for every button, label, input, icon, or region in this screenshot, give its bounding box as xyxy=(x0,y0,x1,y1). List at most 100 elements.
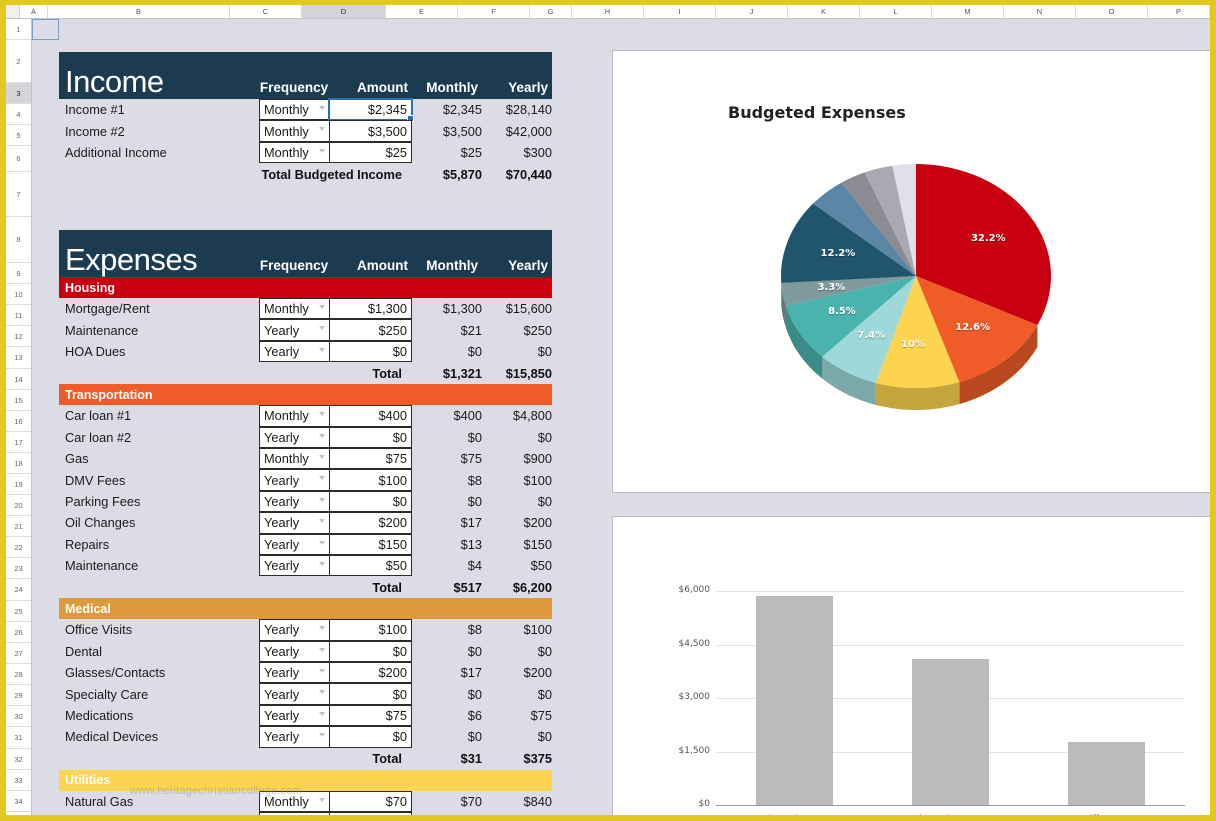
column-header-k[interactable]: K xyxy=(788,5,860,18)
frequency-dropdown[interactable]: Monthly xyxy=(259,448,329,469)
expense-2-amount-1[interactable]: $0 xyxy=(329,641,412,662)
row-header-34[interactable]: 34 xyxy=(6,791,31,812)
expense-1-amount-0[interactable]: $400 xyxy=(329,405,412,426)
row-header-22[interactable]: 22 xyxy=(6,537,31,558)
frequency-dropdown[interactable]: Monthly xyxy=(259,120,329,141)
income-frequency-0[interactable]: Monthly xyxy=(259,99,329,120)
frequency-dropdown[interactable]: Yearly xyxy=(259,319,329,340)
expense-0-frequency-0[interactable]: Monthly xyxy=(259,298,329,319)
expense-3-frequency-1[interactable]: Monthly xyxy=(259,812,329,815)
row-header-17[interactable]: 17 xyxy=(6,432,31,453)
expense-1-frequency-3[interactable]: Yearly xyxy=(259,469,329,490)
amount-input[interactable]: $25 xyxy=(329,142,412,163)
row-header-7[interactable]: 7 xyxy=(6,172,31,217)
amount-input[interactable]: $250 xyxy=(329,319,412,340)
expense-2-frequency-5[interactable]: Yearly xyxy=(259,726,329,747)
amount-input[interactable]: $0 xyxy=(329,427,412,448)
frequency-dropdown[interactable]: Monthly xyxy=(259,142,329,163)
chevron-down-icon[interactable] xyxy=(319,476,325,480)
frequency-dropdown[interactable]: Yearly xyxy=(259,512,329,533)
chevron-down-icon[interactable] xyxy=(319,326,325,330)
expense-1-frequency-5[interactable]: Yearly xyxy=(259,512,329,533)
frequency-dropdown[interactable]: Yearly xyxy=(259,534,329,555)
row-header-4[interactable]: 4 xyxy=(6,104,31,125)
frequency-dropdown[interactable]: Yearly xyxy=(259,341,329,362)
chevron-down-icon[interactable] xyxy=(319,519,325,523)
column-header-i[interactable]: I xyxy=(644,5,716,18)
chevron-down-icon[interactable] xyxy=(319,648,325,652)
amount-input[interactable]: $400 xyxy=(329,405,412,426)
row-header-1[interactable]: 1 xyxy=(6,19,31,40)
bar-0[interactable] xyxy=(756,596,833,805)
frequency-dropdown[interactable]: Yearly xyxy=(259,641,329,662)
row-header-13[interactable]: 13 xyxy=(6,347,31,369)
expense-1-frequency-7[interactable]: Yearly xyxy=(259,555,329,576)
expense-3-frequency-0[interactable]: Monthly xyxy=(259,791,329,812)
column-header-b[interactable]: B xyxy=(48,5,230,18)
expense-2-frequency-0[interactable]: Yearly xyxy=(259,619,329,640)
amount-input[interactable]: $75 xyxy=(329,705,412,726)
row-header-10[interactable]: 10 xyxy=(6,284,31,305)
column-header-p[interactable]: P xyxy=(1148,5,1210,18)
expense-1-frequency-6[interactable]: Yearly xyxy=(259,534,329,555)
expense-2-frequency-3[interactable]: Yearly xyxy=(259,683,329,704)
expense-2-amount-3[interactable]: $0 xyxy=(329,683,412,704)
expense-0-amount-2[interactable]: $0 xyxy=(329,341,412,362)
frequency-dropdown[interactable]: Yearly xyxy=(259,427,329,448)
column-header-e[interactable]: E xyxy=(386,5,458,18)
column-header-o[interactable]: O xyxy=(1076,5,1148,18)
frequency-dropdown[interactable]: Yearly xyxy=(259,619,329,640)
row-header-20[interactable]: 20 xyxy=(6,495,31,516)
expense-0-frequency-1[interactable]: Yearly xyxy=(259,319,329,340)
row-header-27[interactable]: 27 xyxy=(6,643,31,664)
income-frequency-1[interactable]: Monthly xyxy=(259,120,329,141)
row-header-32[interactable]: 32 xyxy=(6,749,31,770)
row-header-6[interactable]: 6 xyxy=(6,146,31,172)
frequency-dropdown[interactable]: Yearly xyxy=(259,491,329,512)
chevron-down-icon[interactable] xyxy=(319,412,325,416)
frequency-dropdown[interactable]: Monthly xyxy=(259,99,329,120)
row-header-14[interactable]: 14 xyxy=(6,369,31,390)
expense-1-amount-5[interactable]: $200 xyxy=(329,512,412,533)
chevron-down-icon[interactable] xyxy=(319,348,325,352)
income-amount-0[interactable]: $2,345 xyxy=(329,99,412,120)
expense-3-amount-1[interactable]: $75 xyxy=(329,812,412,815)
chevron-down-icon[interactable] xyxy=(319,434,325,438)
frequency-dropdown[interactable]: Monthly xyxy=(259,405,329,426)
expense-2-amount-5[interactable]: $0 xyxy=(329,726,412,747)
column-header-l[interactable]: L xyxy=(860,5,932,18)
row-header-33[interactable]: 33 xyxy=(6,770,31,791)
column-header-j[interactable]: J xyxy=(716,5,788,18)
amount-input[interactable]: $100 xyxy=(329,469,412,490)
expense-1-amount-4[interactable]: $0 xyxy=(329,491,412,512)
row-header-19[interactable]: 19 xyxy=(6,474,31,495)
expense-1-frequency-0[interactable]: Monthly xyxy=(259,405,329,426)
expense-1-amount-6[interactable]: $150 xyxy=(329,534,412,555)
amount-input[interactable]: $0 xyxy=(329,641,412,662)
expense-1-frequency-4[interactable]: Yearly xyxy=(259,491,329,512)
amount-input[interactable]: $70 xyxy=(329,791,412,812)
amount-input[interactable]: $0 xyxy=(329,341,412,362)
column-header-a[interactable]: A xyxy=(20,5,48,18)
expense-1-amount-2[interactable]: $75 xyxy=(329,448,412,469)
sheet-canvas[interactable]: Income Frequency Amount Monthly Yearly I… xyxy=(32,19,1210,815)
row-header-23[interactable]: 23 xyxy=(6,558,31,579)
frequency-dropdown[interactable]: Yearly xyxy=(259,683,329,704)
bar-1[interactable] xyxy=(912,659,989,805)
chevron-down-icon[interactable] xyxy=(319,733,325,737)
income-frequency-2[interactable]: Monthly xyxy=(259,142,329,163)
bar-2[interactable] xyxy=(1068,742,1145,805)
column-header-c[interactable]: C xyxy=(230,5,302,18)
amount-input[interactable]: $50 xyxy=(329,555,412,576)
chevron-down-icon[interactable] xyxy=(319,455,325,459)
chevron-down-icon[interactable] xyxy=(319,712,325,716)
bar-chart-panel[interactable]: $0$1,500$3,000$4,500$6,000Budgeted Incom… xyxy=(612,516,1210,815)
amount-input[interactable]: $2,345 xyxy=(329,99,412,120)
row-header-28[interactable]: 28 xyxy=(6,664,31,685)
amount-input[interactable]: $1,300 xyxy=(329,298,412,319)
amount-input[interactable]: $200 xyxy=(329,512,412,533)
expense-1-amount-7[interactable]: $50 xyxy=(329,555,412,576)
amount-input[interactable]: $75 xyxy=(329,812,412,815)
expense-1-frequency-1[interactable]: Yearly xyxy=(259,427,329,448)
row-header-18[interactable]: 18 xyxy=(6,453,31,474)
